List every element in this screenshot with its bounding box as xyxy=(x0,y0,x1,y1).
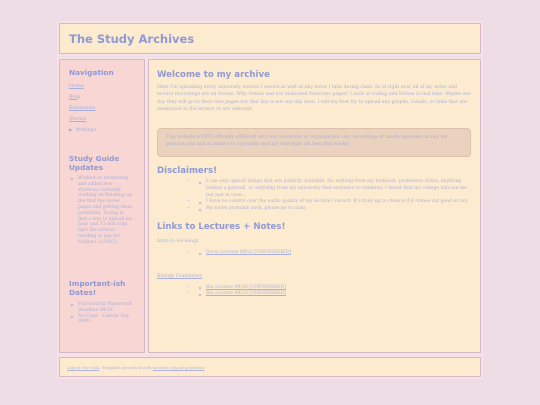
nav-list: Home Blog Extensions Stories ▶ Writings xyxy=(69,81,139,136)
disclaimers-list: I can only upload things that are public… xyxy=(157,179,473,213)
sociology-links: Socio Lecture 09/22 [UNFINISHED] xyxy=(157,250,473,257)
sociology-label: Intro to Sociology xyxy=(157,239,199,244)
notice-box: This website is NOT officially affiliate… xyxy=(157,128,471,157)
sidebar: Navigation Home Blog Extensions Stories … xyxy=(59,59,145,353)
links-heading: Links to Lectures + Notes! xyxy=(157,222,286,232)
list-item: Worked on formatting and added new style… xyxy=(69,176,133,246)
site-footer: Layout Site Link. Template generated wit… xyxy=(59,357,481,377)
nav-item-home[interactable]: Home xyxy=(69,81,139,92)
list-item: No Class - Labour Day 09/01 xyxy=(69,314,133,326)
notice-text: This website is NOT officially affiliate… xyxy=(166,135,448,148)
updates-list: Worked on formatting and added new style… xyxy=(69,176,133,246)
nav-item-label: Stories xyxy=(69,116,87,122)
biology-label[interactable]: Biology Foundation xyxy=(157,273,473,280)
nav-heading: Navigation xyxy=(69,68,114,77)
main-content: Welcome to my archive Here I'm uploading… xyxy=(148,59,481,353)
biology-links: Bio Lecture 09/26 [UNFINISHED] Bio Lectu… xyxy=(157,285,473,299)
dates-list: Fin/Security Paperwork Deadline 09/29 No… xyxy=(69,302,133,325)
nav-item-stories[interactable]: Stories xyxy=(69,114,139,125)
nav-item-label: Writings xyxy=(75,127,97,133)
nav-item-label: Home xyxy=(69,83,84,89)
list-item: I can only upload things that are public… xyxy=(197,179,473,199)
welcome-text: Here I'm uploading every university lect… xyxy=(157,85,471,113)
disclaimers-heading: Disclaimers! xyxy=(157,166,218,176)
list-item[interactable]: Socio Lecture 09/22 [UNFINISHED] xyxy=(197,250,473,257)
updates-heading: Study Guide Updates xyxy=(69,154,120,172)
nav-item-extensions[interactable]: Extensions xyxy=(69,103,139,114)
site-header: The Study Archives xyxy=(59,23,481,54)
footer-text: Layout Site Link. Template generated wit… xyxy=(67,365,205,370)
welcome-heading: Welcome to my archive xyxy=(157,70,270,80)
footer-middle-text: . Template generated with xyxy=(99,365,152,370)
lecture-link[interactable]: Bio Lecture 09/25 [UNFINISHED] xyxy=(206,291,286,296)
dates-heading: Important-ish Dates! xyxy=(69,279,126,297)
list-item: Fin/Security Paperwork Deadline 09/29 xyxy=(69,302,133,314)
triangle-right-icon: ▶ xyxy=(69,127,73,133)
nav-item-writings[interactable]: ▶ Writings xyxy=(69,125,139,136)
site-title: The Study Archives xyxy=(69,32,195,46)
generator-link[interactable]: neocities layout generator xyxy=(153,365,205,370)
layout-link[interactable]: Layout Site Link xyxy=(67,365,99,370)
nav-item-label: Extensions xyxy=(69,105,96,111)
list-item[interactable]: Bio Lecture 09/25 [UNFINISHED] xyxy=(197,291,473,298)
nav-item-label: Blog xyxy=(69,94,81,100)
list-item: My notes probably suck, please go to cla… xyxy=(197,206,473,213)
lecture-link[interactable]: Bio Lecture 09/26 [UNFINISHED] xyxy=(206,285,286,290)
lecture-link[interactable]: Socio Lecture 09/22 [UNFINISHED] xyxy=(206,250,291,255)
nav-item-blog[interactable]: Blog xyxy=(69,92,139,103)
